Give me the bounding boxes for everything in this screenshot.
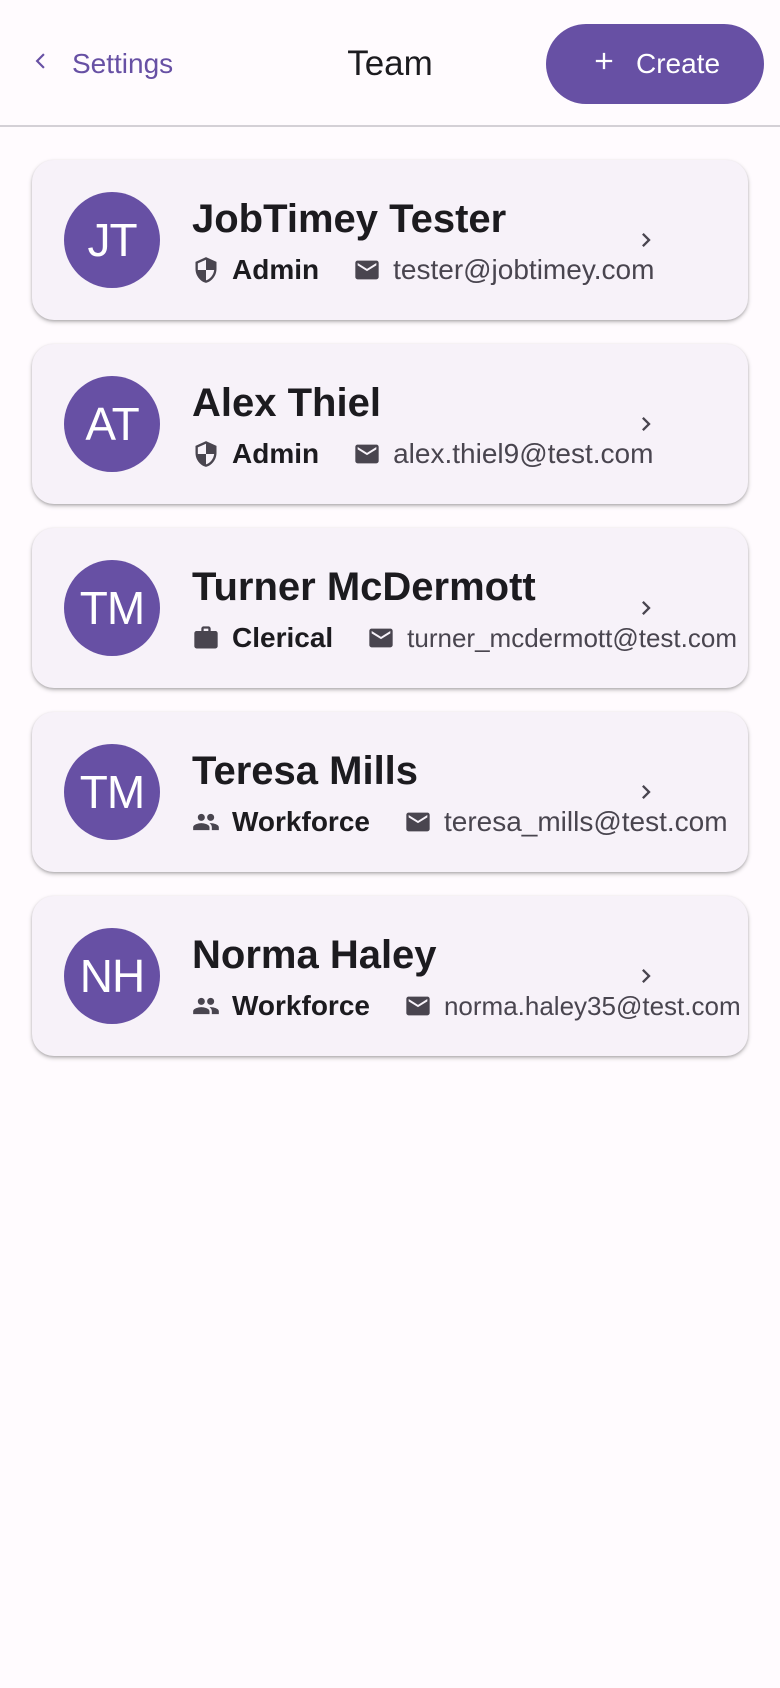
member-meta: Workforce teresa_mills@test.com bbox=[192, 804, 728, 840]
team-member-card[interactable]: TM Turner McDermott Clerical turner_mcde… bbox=[32, 528, 748, 688]
role-label: Workforce bbox=[232, 990, 370, 1021]
chevron-left-icon bbox=[28, 48, 54, 81]
plus-icon bbox=[590, 47, 618, 82]
team-member-list: JT JobTimey Tester Admin tester@jobtimey… bbox=[32, 160, 748, 1056]
member-name: Teresa Mills bbox=[192, 749, 419, 793]
member-meta: Workforce norma.haley35@test.com bbox=[192, 988, 741, 1024]
chevron-right-icon bbox=[632, 226, 660, 254]
member-meta: Admin tester@jobtimey.com bbox=[192, 252, 654, 288]
chevron-right-icon bbox=[632, 778, 660, 806]
team-member-card[interactable]: TM Teresa Mills Workforce teresa_mills@t… bbox=[32, 712, 748, 872]
create-member-button[interactable]: Create bbox=[546, 24, 764, 104]
avatar: TM bbox=[64, 744, 160, 840]
team-member-card[interactable]: JT JobTimey Tester Admin tester@jobtimey… bbox=[32, 160, 748, 320]
avatar: JT bbox=[64, 192, 160, 288]
back-button-label: Settings bbox=[72, 48, 174, 79]
member-name: Turner McDermott bbox=[192, 565, 536, 609]
team-member-card[interactable]: AT Alex Thiel Admin alex.thiel9@test.com bbox=[32, 344, 748, 504]
create-button-label: Create bbox=[635, 48, 721, 79]
group-icon bbox=[192, 992, 220, 1020]
mail-icon bbox=[404, 992, 432, 1020]
shield-icon bbox=[192, 256, 220, 284]
briefcase-icon bbox=[192, 624, 220, 652]
member-name: JobTimey Tester bbox=[192, 197, 507, 241]
mail-icon bbox=[353, 256, 381, 284]
member-email: norma.haley35@test.com bbox=[443, 990, 741, 1021]
mail-icon bbox=[353, 440, 381, 468]
role-label: Admin bbox=[232, 438, 320, 469]
mail-icon bbox=[404, 808, 432, 836]
chevron-right-icon bbox=[632, 962, 660, 990]
role-label: Admin bbox=[232, 254, 320, 285]
member-name: Alex Thiel bbox=[192, 381, 381, 425]
shield-icon bbox=[192, 440, 220, 468]
role-label: Workforce bbox=[232, 806, 370, 837]
avatar: AT bbox=[64, 376, 160, 472]
member-email: teresa_mills@test.com bbox=[443, 806, 728, 837]
team-member-card[interactable]: NH Norma Haley Workforce norma.haley35@t… bbox=[32, 896, 748, 1056]
avatar: NH bbox=[64, 928, 160, 1024]
chevron-right-icon bbox=[632, 594, 660, 622]
member-email: tester@jobtimey.com bbox=[393, 254, 655, 285]
avatar: TM bbox=[64, 560, 160, 656]
group-icon bbox=[192, 808, 220, 836]
role-label: Clerical bbox=[232, 622, 334, 653]
member-meta: Admin alex.thiel9@test.com bbox=[192, 436, 653, 472]
top-app-bar: Settings Team Create bbox=[0, 0, 780, 127]
member-email: alex.thiel9@test.com bbox=[393, 438, 654, 469]
back-to-settings-button[interactable]: Settings bbox=[28, 40, 173, 88]
mail-icon bbox=[367, 624, 395, 652]
member-meta: Clerical turner_mcdermott@test.com bbox=[192, 620, 737, 656]
member-email: turner_mcdermott@test.com bbox=[407, 622, 737, 653]
chevron-right-icon bbox=[632, 410, 660, 438]
member-name: Norma Haley bbox=[192, 933, 437, 977]
team-screen: Settings Team Create JT JobTimey Tester … bbox=[0, 0, 780, 1688]
